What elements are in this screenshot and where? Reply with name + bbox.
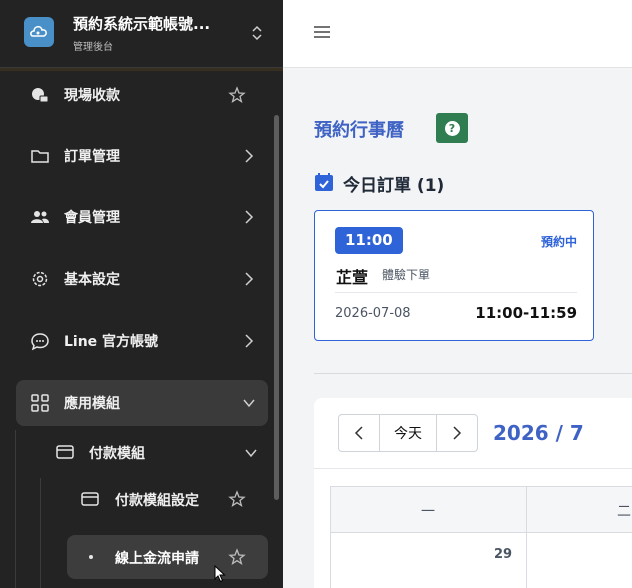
today-orders-label: 今日訂單 (1)	[343, 176, 445, 196]
order-time-badge: 11:00	[335, 227, 403, 254]
sidebar: 預約系統示範帳號... 管理後台 現場收款 訂單管理 會員管理 基本設定 Lin…	[0, 0, 283, 588]
sidebar-item-label: 會員管理	[64, 210, 120, 226]
top-bar	[283, 0, 632, 68]
customer-name: 芷萱	[336, 268, 369, 287]
brand-header[interactable]: 預約系統示範帳號... 管理後台	[0, 0, 283, 68]
sidebar-item-onsite-payment[interactable]: 現場收款	[16, 72, 268, 118]
sidebar-item-label: Line 官方帳號	[64, 334, 159, 350]
weekday-header-row: 一 二	[331, 487, 632, 533]
submenu-payment-module[interactable]: 付款模組	[56, 430, 268, 474]
grid-icon	[31, 394, 49, 412]
bullet-icon	[89, 555, 93, 559]
submenu-item-online-payment-apply[interactable]: 線上金流申請	[67, 535, 268, 579]
calendar-grid: 一 二 29	[330, 486, 632, 588]
chevron-down-icon	[243, 399, 255, 408]
chevron-right-icon	[453, 426, 462, 440]
star-icon[interactable]	[228, 548, 246, 566]
sidebar-item-modules[interactable]: 應用模組	[16, 380, 268, 426]
pay-icon	[32, 88, 49, 103]
sidebar-divider	[0, 68, 283, 71]
order-status: 預約中	[540, 235, 577, 249]
mouse-cursor-icon	[214, 565, 226, 583]
submenu-item-label: 線上金流申請	[115, 551, 199, 567]
weekday-header: 一	[421, 504, 435, 520]
chevron-left-icon	[354, 426, 363, 440]
sidebar-scrollbar[interactable]	[274, 115, 279, 500]
calendar-panel: 今天 2026 / 7 一 二 29	[314, 398, 632, 588]
chevron-right-icon	[245, 210, 254, 224]
section-divider	[314, 373, 632, 374]
help-button[interactable]: ?	[436, 113, 468, 143]
gear-icon	[32, 271, 48, 287]
chevron-down-icon	[245, 449, 257, 458]
sidebar-item-orders[interactable]: 訂單管理	[16, 133, 268, 179]
next-month-button[interactable]	[437, 415, 477, 451]
sidebar-item-members[interactable]: 會員管理	[16, 194, 268, 240]
card-icon	[56, 445, 74, 459]
sidebar-item-line-account[interactable]: Line 官方帳號	[16, 318, 268, 364]
sidebar-item-label: 訂單管理	[64, 149, 120, 165]
order-time-range: 11:00-11:59	[475, 304, 577, 322]
tree-line	[15, 430, 16, 588]
today-button[interactable]: 今天	[379, 415, 437, 451]
chevron-right-icon	[245, 272, 254, 286]
order-date: 2026-07-08	[335, 306, 411, 321]
app-title: 預約系統示範帳號...	[73, 15, 211, 33]
chat-icon	[31, 333, 49, 351]
card-icon	[81, 492, 99, 506]
sidebar-item-label: 基本設定	[64, 272, 120, 288]
chevron-right-icon	[245, 334, 254, 348]
page-title: 預約行事曆	[314, 120, 404, 141]
star-icon[interactable]	[228, 490, 246, 508]
users-icon	[31, 211, 49, 223]
order-card[interactable]: 11:00 預約中 芷萱 體驗下單 2026-07-08 11:00-11:59	[314, 210, 594, 341]
calendar-check-icon	[315, 173, 333, 191]
star-icon[interactable]	[228, 86, 246, 104]
column-divider	[526, 487, 527, 588]
day-cell-number[interactable]: 29	[494, 547, 512, 562]
prev-month-button[interactable]	[339, 415, 379, 451]
folder-icon	[31, 150, 49, 163]
submenu-item-label: 付款模組設定	[115, 493, 199, 509]
card-divider	[335, 292, 577, 293]
sidebar-item-label: 現場收款	[64, 88, 120, 104]
expand-toggle-icon[interactable]	[250, 24, 264, 42]
hamburger-menu-icon[interactable]	[313, 24, 331, 40]
calendar-nav-group: 今天	[338, 414, 478, 452]
chevron-right-icon	[245, 149, 254, 163]
submenu-item-payment-settings[interactable]: 付款模組設定	[67, 477, 268, 521]
help-icon: ?	[444, 120, 460, 136]
sidebar-item-label: 應用模組	[64, 396, 120, 412]
sidebar-item-settings[interactable]: 基本設定	[16, 256, 268, 302]
brand-logo	[24, 17, 54, 47]
weekday-header: 二	[617, 504, 631, 520]
order-type: 體驗下單	[382, 268, 431, 282]
tree-line	[40, 478, 41, 588]
current-month: 2026 / 7	[493, 421, 584, 445]
app-subtitle: 管理後台	[73, 42, 113, 53]
submenu-label: 付款模組	[89, 446, 145, 462]
calendar-divider	[314, 468, 632, 469]
